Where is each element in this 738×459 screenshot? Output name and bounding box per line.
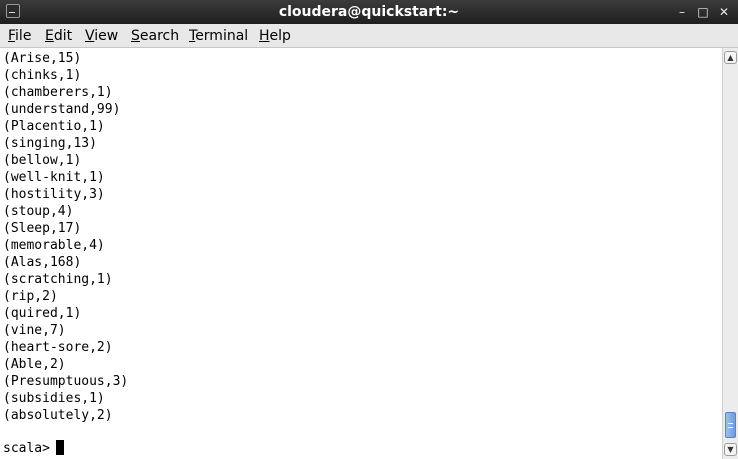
output-line: (vine,7) <box>3 323 66 338</box>
scroll-down-icon[interactable]: ▼ <box>724 443 737 456</box>
prompt-line[interactable]: scala> <box>3 440 64 457</box>
output-line: (Alas,168) <box>3 255 82 270</box>
output-line: (hostility,3) <box>3 187 105 202</box>
title-bar: cloudera@quickstart:~ – □ ✕ <box>0 0 738 24</box>
output-line: (understand,99) <box>3 102 121 117</box>
minimize-icon[interactable]: – <box>672 2 692 22</box>
output-line: (chinks,1) <box>3 68 82 83</box>
terminal-output[interactable]: (Arise,15) (chinks,1) (chamberers,1) (un… <box>0 48 722 459</box>
output-line: (singing,13) <box>3 136 97 151</box>
output-line: (quired,1) <box>3 306 82 321</box>
output-line: (well-knit,1) <box>3 170 105 185</box>
menu-help[interactable]: Help <box>259 24 291 48</box>
menu-terminal[interactable]: Terminal <box>189 24 248 48</box>
output-line: (stoup,4) <box>3 204 74 219</box>
window-title: cloudera@quickstart:~ <box>278 4 460 20</box>
maximize-icon[interactable]: □ <box>693 2 713 22</box>
output-line: (Placentio,1) <box>3 119 105 134</box>
scroll-up-icon[interactable]: ▲ <box>724 51 737 64</box>
menu-bar: File Edit View Search Terminal Help <box>0 24 738 48</box>
menu-file[interactable]: File <box>8 24 31 48</box>
output-line: (rip,2) <box>3 289 58 304</box>
output-line: (subsidies,1) <box>3 391 105 406</box>
output-line: (Able,2) <box>3 357 66 372</box>
menu-edit[interactable]: Edit <box>45 24 72 48</box>
output-line: (Arise,15) <box>3 51 82 66</box>
menu-search[interactable]: Search <box>131 24 179 48</box>
output-line: (Presumptuous,3) <box>3 374 129 389</box>
output-line: (heart-sore,2) <box>3 340 113 355</box>
text-cursor <box>55 440 64 455</box>
vertical-scrollbar[interactable]: ▲ ▼ <box>722 48 738 459</box>
output-line: (scratching,1) <box>3 272 113 287</box>
output-line: (Sleep,17) <box>3 221 82 236</box>
output-line: (bellow,1) <box>3 153 82 168</box>
output-line: (memorable,4) <box>3 238 105 253</box>
scala-prompt: scala> <box>3 441 50 456</box>
output-line: (absolutely,2) <box>3 408 113 423</box>
scrollbar-thumb[interactable] <box>725 412 736 438</box>
close-icon[interactable]: ✕ <box>714 2 734 22</box>
menu-view[interactable]: View <box>85 24 118 48</box>
output-line: (chamberers,1) <box>3 85 113 100</box>
